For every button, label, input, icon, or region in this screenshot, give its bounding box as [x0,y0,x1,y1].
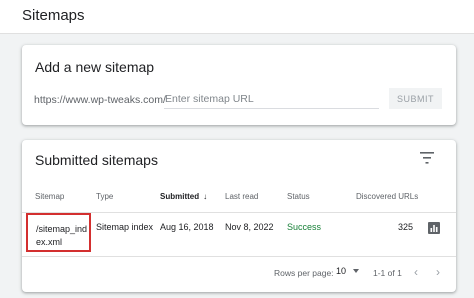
submitted-sitemaps-card: Submitted sitemaps Sitemap Type Submitte… [22,140,456,292]
url-prefix: https://www.wp-tweaks.com/ [34,94,166,106]
row-submitted-date: Aug 16, 2018 [160,222,214,232]
rows-per-page-label: Rows per page: [274,268,334,278]
table-divider [22,256,456,257]
column-header-submitted[interactable]: Submitted ↓ [160,192,207,201]
column-header-status[interactable]: Status [287,192,310,201]
row-status: Success [287,222,322,232]
page-title: Sitemaps [22,7,85,24]
filter-icon[interactable] [420,152,434,164]
column-header-type[interactable]: Type [96,192,113,201]
next-page-icon[interactable]: › [432,265,444,279]
column-header-discovered-urls[interactable]: Discovered URLs [356,192,418,201]
sitemap-url-input[interactable] [164,89,379,109]
pagination-range: 1-1 of 1 [373,268,402,278]
page-header: Sitemaps [0,0,474,34]
row-discovered-urls: 325 [398,222,414,232]
submitted-sitemaps-title: Submitted sitemaps [35,152,158,168]
arrow-down-icon: ↓ [203,192,208,201]
previous-page-icon[interactable]: ‹ [410,265,422,279]
bar-chart-icon[interactable] [428,222,440,234]
add-sitemap-card: Add a new sitemap https://www.wp-tweaks.… [22,45,456,125]
add-sitemap-title: Add a new sitemap [35,59,155,75]
sitemap-path-line1: /sitemap_ind [36,224,88,234]
row-type: Sitemap index [96,222,154,232]
column-header-submitted-label: Submitted [160,192,200,201]
column-header-sitemap[interactable]: Sitemap [35,192,64,201]
sitemap-path-line2: ex.xml [36,237,63,247]
submit-button[interactable]: SUBMIT [389,88,442,109]
chevron-down-icon [353,269,359,273]
sitemap-cell-highlighted[interactable]: /sitemap_ind ex.xml [26,213,91,252]
row-last-read: Nov 8, 2022 [225,222,274,232]
column-header-last-read[interactable]: Last read [225,192,258,201]
